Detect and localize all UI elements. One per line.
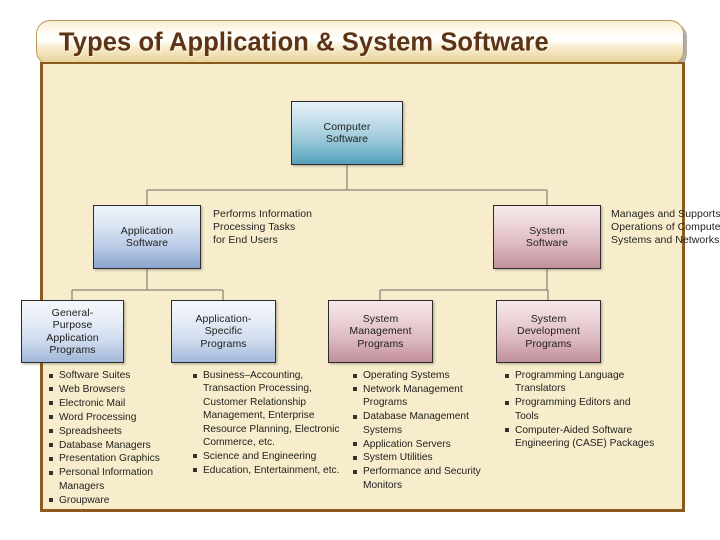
node-gpap-line1: General- — [51, 306, 94, 319]
list-item: Database Management Systems — [353, 410, 501, 437]
list-item: Presentation Graphics — [49, 452, 199, 465]
list-item: Electronic Mail — [49, 397, 199, 410]
list-item: Science and Engineering — [193, 450, 350, 463]
node-computer-software: Computer Software — [291, 101, 403, 165]
list-item: Programming Language Translators — [505, 369, 655, 396]
list-item: Personal Information Managers — [49, 466, 199, 493]
node-application-software-line2: Software — [125, 237, 169, 249]
list-item: Groupware — [49, 494, 199, 507]
annotation-application-line3: for End Users — [213, 234, 278, 247]
annotation-application-line1: Performs Information — [213, 208, 313, 220]
list-item: Programming Editors and Tools — [505, 396, 655, 423]
node-application-specific-programs: Application-Specific Programs — [171, 300, 276, 363]
node-smp-line1: System — [362, 312, 399, 325]
node-system-software-line2: Software — [525, 237, 569, 249]
bullet-list-system-development: Programming Language Translators Program… — [505, 369, 655, 451]
node-application-software: Application Software — [93, 205, 201, 269]
node-computer-software-line2: Software — [325, 133, 369, 145]
bullet-list-2-items: Business–Accounting, Transaction Process… — [193, 369, 350, 477]
list-item: Application Servers — [353, 438, 501, 451]
slide: Types of Application & System Software C… — [0, 0, 720, 540]
node-general-purpose-application-programs: General- Purpose Application Programs — [21, 300, 124, 363]
page-title: Types of Application & System Software — [59, 28, 549, 56]
annotation-application-software: Performs Information Processing Tasks fo… — [213, 208, 373, 248]
list-item: Database Managers — [49, 439, 199, 452]
content-panel: Computer Software Application Software P… — [21, 62, 720, 512]
node-sdp-line2: Development — [517, 325, 580, 338]
node-asp-line2: Programs — [200, 337, 247, 350]
bullet-list-general-purpose: Software Suites Web Browsers Electronic … — [49, 369, 199, 508]
annotation-system-software: Manages and Supports Operations of Compu… — [611, 208, 720, 248]
slide-title-banner: Types of Application & System Software — [36, 20, 684, 65]
list-item: Software Suites — [49, 369, 199, 382]
list-item: Word Processing — [49, 411, 199, 424]
annotation-system-line2: Operations of Computer — [611, 221, 720, 234]
list-item: Network Management Programs — [353, 383, 501, 410]
node-application-software-line1: Application — [120, 224, 174, 237]
bullet-list-4-items: Programming Language Translators Program… — [505, 369, 655, 450]
node-computer-software-line1: Computer — [323, 120, 371, 133]
node-gpap-line3: Application — [46, 331, 99, 344]
bullet-list-1-items: Software Suites Web Browsers Electronic … — [49, 369, 199, 507]
node-gpap-line2: Purpose — [52, 319, 93, 331]
node-gpap-line4: Programs — [49, 344, 96, 356]
bullet-list-application-specific: Business–Accounting, Transaction Process… — [193, 369, 350, 478]
annotation-application-line2: Processing Tasks — [213, 221, 296, 234]
list-item: Computer-Aided Software Engineering (CAS… — [505, 424, 655, 451]
bullet-list-system-management: Operating Systems Network Management Pro… — [353, 369, 501, 493]
node-sdp-line1: System — [530, 312, 567, 325]
bullet-list-3-items: Operating Systems Network Management Pro… — [353, 369, 501, 492]
list-item: Performance and Security Monitors — [353, 465, 501, 492]
list-item: Web Browsers — [49, 383, 199, 396]
list-item: Business–Accounting, Transaction Process… — [193, 369, 350, 449]
annotation-system-line3: Systems and Networks — [611, 234, 720, 247]
list-item: Spreadsheets — [49, 425, 199, 438]
node-system-development-programs: System Development Programs — [496, 300, 601, 363]
node-system-management-programs: System Management Programs — [328, 300, 433, 363]
node-system-software-line1: System — [529, 224, 565, 237]
node-smp-line2: Management — [349, 325, 412, 338]
annotation-system-line1: Manages and Supports — [611, 208, 720, 220]
list-item: Education, Entertainment, etc. — [193, 464, 350, 477]
node-asp-line1: Application-Specific — [195, 312, 252, 338]
node-sdp-line3: Programs — [525, 337, 572, 350]
list-item: System Utilities — [353, 451, 501, 464]
node-system-software: System Software — [493, 205, 601, 269]
node-smp-line3: Programs — [357, 337, 404, 350]
list-item: Operating Systems — [353, 369, 501, 382]
